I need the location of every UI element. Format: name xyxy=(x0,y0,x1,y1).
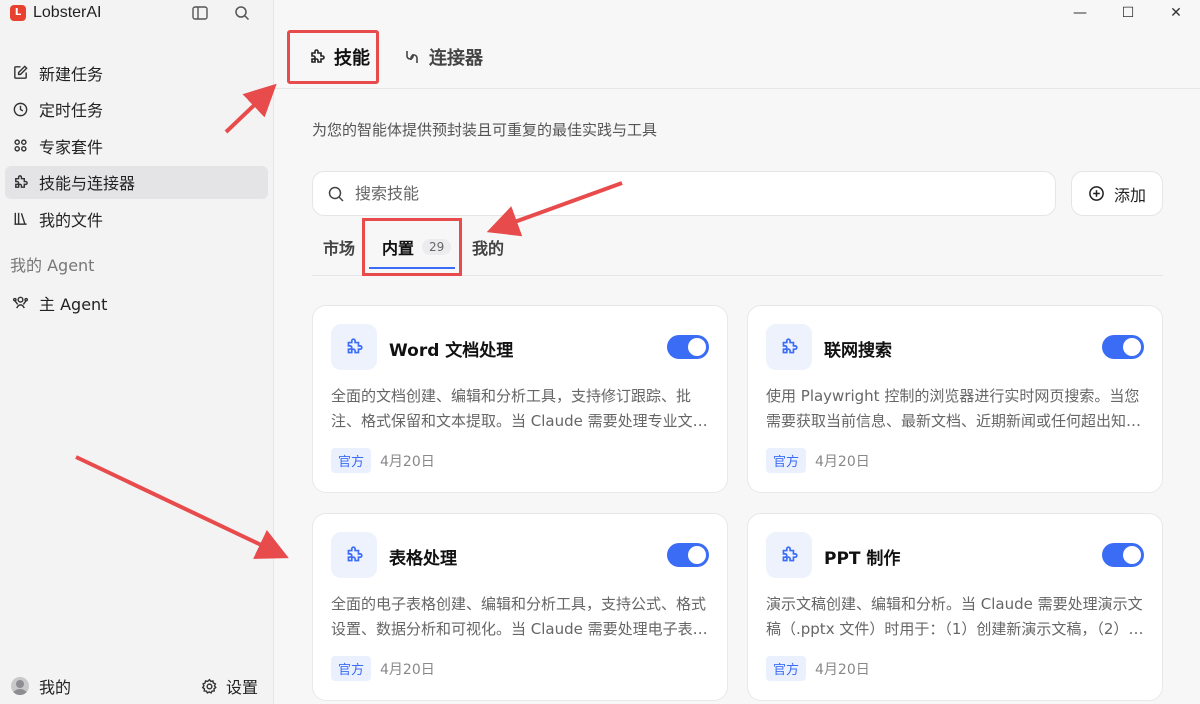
connector-icon xyxy=(406,51,418,63)
avatar xyxy=(11,677,29,695)
sidebar-item-skills-connectors[interactable]: 技能与连接器 xyxy=(5,165,268,199)
sidebar-item-label: 新建任务 xyxy=(39,64,104,84)
sidebar-item-my-files[interactable]: 我的文件 xyxy=(5,202,268,235)
edit-icon xyxy=(14,65,28,79)
tab-label: 内置 xyxy=(382,238,415,258)
plus-circle-icon xyxy=(1089,186,1104,201)
top-tabs: 技能 连接器 xyxy=(275,26,1200,89)
search-icon[interactable] xyxy=(233,4,251,22)
official-badge: 官方 xyxy=(331,656,372,681)
agent-icon xyxy=(12,296,29,309)
add-skill-button[interactable]: 添加 xyxy=(1071,171,1163,216)
skill-toggle[interactable] xyxy=(1102,335,1144,359)
settings-button[interactable]: 设置 xyxy=(201,674,258,698)
user-profile-button[interactable]: 我的 xyxy=(11,674,71,698)
skill-card[interactable]: PPT 制作 演示文稿创建、编辑和分析。当 Claude 需要处理演示文稿（.p… xyxy=(747,513,1163,701)
sidebar-item-scheduled[interactable]: 定时任务 xyxy=(5,93,268,126)
sidebar-item-label: 我的文件 xyxy=(39,210,104,230)
sidebar-item-label: 技能与连接器 xyxy=(39,174,136,193)
app-logo: L xyxy=(10,5,26,21)
search-icon xyxy=(328,186,344,202)
sidebar-item-expert-kits[interactable]: 专家套件 xyxy=(5,129,268,162)
skill-description: 全面的电子表格创建、编辑和分析工具，支持公式、格式设置、数据分析和可视化。当 C… xyxy=(331,595,708,638)
settings-label: 设置 xyxy=(225,678,258,697)
minimize-button[interactable]: — xyxy=(1056,0,1104,26)
sidebar-nav: 新建任务 定时任务 专家套件 技能与连接器 我的文件 xyxy=(0,56,273,235)
skill-date: 4月20日 xyxy=(380,661,435,678)
skill-title: PPT 制作 xyxy=(824,549,901,569)
tab-label: 技能 xyxy=(334,48,370,69)
puzzle-icon xyxy=(311,49,325,63)
skill-date: 4月20日 xyxy=(815,661,870,678)
skill-description: 使用 Playwright 控制的浏览器进行实时网页搜索。当您需要获取当前信息、… xyxy=(766,387,1142,430)
sidebar-toggle-icon[interactable] xyxy=(191,4,209,22)
grid-icon xyxy=(14,139,27,152)
add-label: 添加 xyxy=(1113,185,1146,205)
puzzle-icon xyxy=(766,532,812,578)
puzzle-icon xyxy=(15,174,28,188)
skill-card[interactable]: 联网搜索 使用 Playwright 控制的浏览器进行实时网页搜索。当您需要获取… xyxy=(747,305,1163,493)
puzzle-icon xyxy=(766,324,812,370)
skill-sub-tabs: 市场 内置 29 我的 xyxy=(312,217,1163,276)
library-icon xyxy=(14,212,27,225)
search-input[interactable] xyxy=(355,184,1005,203)
puzzle-icon xyxy=(331,532,377,578)
clock-icon xyxy=(13,102,28,116)
skill-toggle[interactable] xyxy=(1102,543,1144,567)
skill-toggle[interactable] xyxy=(667,543,709,567)
skill-description: 演示文稿创建、编辑和分析。当 Claude 需要处理演示文稿（.pptx 文件）… xyxy=(766,595,1144,638)
window-controls: — ☐ ✕ xyxy=(1056,0,1200,26)
puzzle-icon xyxy=(331,324,377,370)
sidebar-item-label: 专家套件 xyxy=(39,137,104,157)
tab-builtin[interactable]: 内置 29 xyxy=(362,217,463,276)
sidebar-item-main-agent[interactable]: 主 Agent xyxy=(5,286,268,319)
sidebar-item-label: 定时任务 xyxy=(39,101,104,120)
official-badge: 官方 xyxy=(331,448,372,473)
agent-section-title: 我的 Agent xyxy=(10,256,95,275)
official-badge: 官方 xyxy=(766,448,807,473)
skill-card[interactable]: 表格处理 全面的电子表格创建、编辑和分析工具，支持公式、格式设置、数据分析和可视… xyxy=(312,513,728,701)
maximize-button[interactable]: ☐ xyxy=(1104,0,1152,26)
sidebar-item-label: 主 Agent xyxy=(39,294,108,314)
official-badge: 官方 xyxy=(766,656,807,681)
skill-description: 全面的文档创建、编辑和分析工具，支持修订跟踪、批注、格式保留和文本提取。当 Cl… xyxy=(331,387,708,430)
sidebar-item-new-task[interactable]: 新建任务 xyxy=(5,56,268,89)
search-row: 添加 xyxy=(312,171,1163,216)
tab-mine[interactable]: 我的 xyxy=(472,235,504,259)
gear-icon xyxy=(201,678,217,694)
search-box xyxy=(312,171,1056,216)
skill-card[interactable]: Word 文档处理 全面的文档创建、编辑和分析工具，支持修订跟踪、批注、格式保留… xyxy=(312,305,728,493)
count-badge: 29 xyxy=(422,238,452,255)
main-content: 技能 连接器 为您的智能体提供预封装且可重复的最佳实践与工具 添加 市场 内置 … xyxy=(275,26,1200,704)
user-label: 我的 xyxy=(39,678,72,697)
tab-label: 连接器 xyxy=(429,48,483,69)
sidebar-footer: 我的 设置 xyxy=(0,668,274,704)
tab-market[interactable]: 市场 xyxy=(323,235,355,259)
skill-title: Word 文档处理 xyxy=(389,341,514,361)
tab-connectors[interactable]: 连接器 xyxy=(383,30,503,84)
skill-date: 4月20日 xyxy=(380,453,435,470)
close-button[interactable]: ✕ xyxy=(1152,0,1200,26)
skill-toggle[interactable] xyxy=(667,335,709,359)
skill-title: 联网搜索 xyxy=(824,341,892,361)
tab-skills[interactable]: 技能 xyxy=(287,30,379,84)
app-name: LobsterAI xyxy=(33,4,102,21)
page-subtitle: 为您的智能体提供预封装且可重复的最佳实践与工具 xyxy=(312,121,658,139)
sidebar: L LobsterAI 新建任务 定时任务 专家套件 技能与连接器 我的文件 我… xyxy=(0,0,274,704)
skill-date: 4月20日 xyxy=(815,453,870,470)
skill-title: 表格处理 xyxy=(389,549,457,569)
